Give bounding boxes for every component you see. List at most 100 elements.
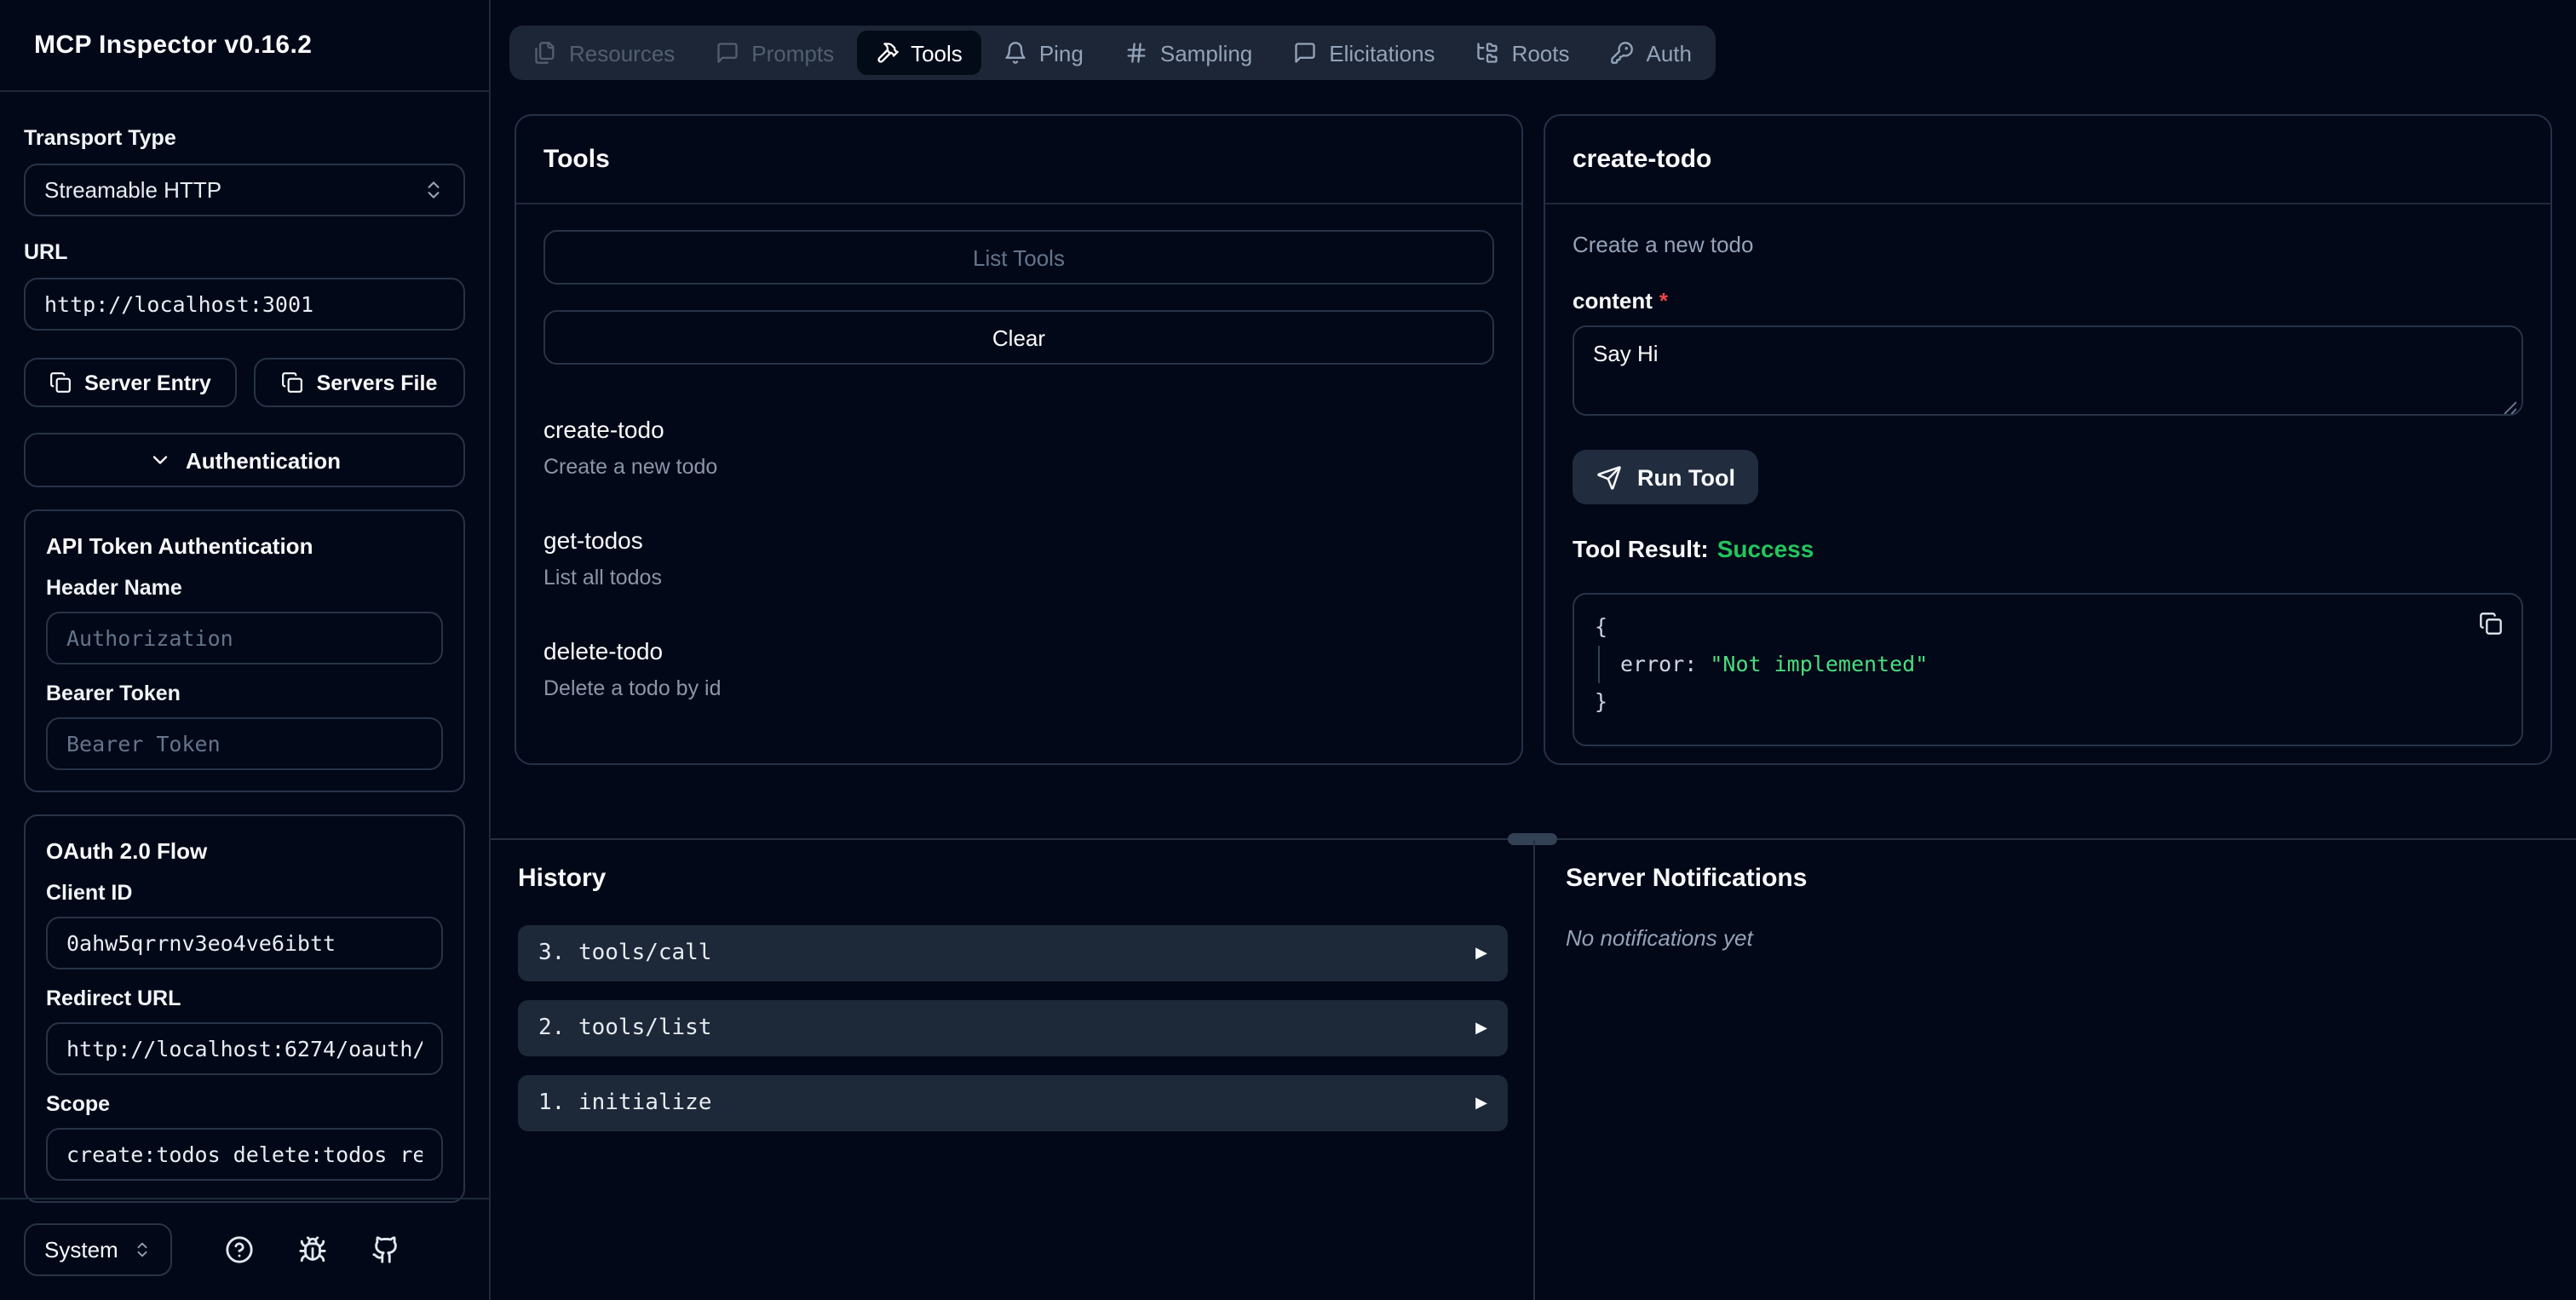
- transport-type-value: Streamable HTTP: [44, 177, 222, 203]
- server-entry-button[interactable]: Server Entry: [24, 358, 236, 407]
- scope-label: Scope: [46, 1092, 111, 1116]
- server-notifications-title: Server Notifications: [1566, 864, 1808, 893]
- sidebar-header: MCP Inspector v0.16.2: [0, 0, 489, 92]
- hammer-icon: [875, 41, 899, 65]
- tab-bar: Resources Prompts Tools Ping Sampling El…: [509, 26, 1716, 80]
- tab-label: Sampling: [1159, 40, 1253, 66]
- tab-label: Roots: [1511, 40, 1570, 66]
- json-close-brace: }: [1595, 688, 1608, 714]
- json-open-brace: {: [1595, 613, 1608, 639]
- tab-label: Resources: [569, 40, 676, 66]
- servers-file-label: Servers File: [316, 371, 438, 394]
- tool-result-json: { error: "Not implemented" }: [1573, 593, 2523, 746]
- run-tool-panel: create-todo Create a new todo content * …: [1544, 114, 2552, 765]
- run-panel-header: create-todo: [1545, 116, 2550, 204]
- tab-label: Elicitations: [1329, 40, 1435, 66]
- copy-icon: [49, 371, 71, 394]
- hash-icon: [1124, 41, 1148, 65]
- tool-result-line: Tool Result: Success: [1573, 535, 2523, 562]
- tool-list-item-get-todos[interactable]: get-todos List all todos: [543, 526, 1494, 590]
- tool-list-item-delete-todo[interactable]: delete-todo Delete a todo by id: [543, 637, 1494, 700]
- history-item-initialize[interactable]: 1. initialize ▶: [518, 1075, 1508, 1131]
- tab-prompts[interactable]: Prompts: [697, 31, 853, 75]
- tool-result-label: Tool Result:: [1573, 535, 1709, 562]
- selected-tool-description: Create a new todo: [1573, 232, 1754, 257]
- message-square-icon: [1293, 41, 1317, 65]
- help-button[interactable]: [226, 1235, 255, 1264]
- resize-grip-icon[interactable]: [2503, 400, 2516, 414]
- github-icon: [372, 1235, 401, 1264]
- required-asterisk: *: [1659, 288, 1669, 313]
- bearer-token-label: Bearer Token: [46, 682, 181, 705]
- content-field-label: content *: [1573, 288, 2523, 313]
- url-input[interactable]: [24, 278, 465, 331]
- api-token-section: API Token Authentication Header Name Bea…: [24, 509, 465, 792]
- vertical-split-divider: [1533, 840, 1535, 1300]
- bug-report-button[interactable]: [299, 1235, 328, 1264]
- bell-icon: [1003, 41, 1027, 65]
- tab-sampling[interactable]: Sampling: [1106, 31, 1271, 75]
- json-error-line: error: "Not implemented": [1598, 646, 2501, 683]
- theme-value: System: [44, 1237, 118, 1263]
- chevrons-up-down-icon: [134, 1240, 152, 1259]
- bug-icon: [299, 1235, 328, 1264]
- send-icon: [1596, 464, 1622, 490]
- selected-tool-title: create-todo: [1573, 145, 1712, 174]
- tab-tools[interactable]: Tools: [856, 31, 981, 75]
- list-tools-button[interactable]: List Tools: [543, 230, 1494, 285]
- json-string-value: "Not implemented": [1710, 651, 1929, 676]
- chevron-down-icon: [148, 448, 172, 472]
- history-item-label: 2. tools/list: [538, 1015, 712, 1041]
- tab-ping[interactable]: Ping: [985, 31, 1102, 75]
- history-panel: History 3. tools/call ▶ 2. tools/list ▶ …: [518, 864, 1508, 1150]
- history-item-tools-list[interactable]: 2. tools/list ▶: [518, 1000, 1508, 1056]
- tools-panel-body: List Tools Clear create-todo Create a ne…: [516, 204, 1521, 774]
- tab-label: Ping: [1038, 40, 1084, 66]
- client-id-input[interactable]: [46, 917, 443, 969]
- servers-file-button[interactable]: Servers File: [253, 358, 465, 407]
- tool-description: Create a new todo: [543, 455, 718, 479]
- history-title: History: [518, 864, 607, 893]
- header-name-label: Header Name: [46, 576, 182, 600]
- tools-panel: Tools List Tools Clear create-todo Creat…: [515, 114, 1523, 765]
- redirect-url-input[interactable]: [46, 1022, 443, 1075]
- transport-type-select[interactable]: Streamable HTTP: [24, 164, 465, 216]
- run-panel-body: Create a new todo content * Say Hi Run T…: [1545, 204, 2550, 772]
- tab-resources[interactable]: Resources: [515, 31, 693, 75]
- tool-name: get-todos: [543, 526, 643, 554]
- content-field-wrap: Say Hi: [1573, 313, 2523, 424]
- tool-list-item-create-todo[interactable]: create-todo Create a new todo: [543, 416, 1494, 479]
- sidebar-body: Transport Type Streamable HTTP URL Serve…: [0, 92, 489, 1203]
- copy-result-button[interactable]: [2479, 612, 2503, 636]
- tools-panel-title: Tools: [543, 145, 610, 174]
- content-field[interactable]: Say Hi: [1573, 325, 2523, 416]
- chevrons-up-down-icon: [423, 179, 445, 201]
- theme-select[interactable]: System: [24, 1223, 173, 1276]
- clear-tools-button[interactable]: Clear: [543, 310, 1494, 365]
- scope-input[interactable]: [46, 1128, 443, 1181]
- run-tool-button[interactable]: Run Tool: [1573, 450, 1759, 504]
- tool-list: create-todo Create a new todo get-todos …: [543, 416, 1494, 700]
- split-drag-handle[interactable]: [1508, 833, 1557, 845]
- tools-panel-header: Tools: [516, 116, 1521, 204]
- header-name-input[interactable]: [46, 612, 443, 664]
- oauth-section: OAuth 2.0 Flow Client ID Redirect URL Sc…: [24, 814, 465, 1203]
- expand-icon: ▶: [1475, 1094, 1487, 1111]
- server-entry-label: Server Entry: [84, 371, 211, 394]
- tab-elicitations[interactable]: Elicitations: [1274, 31, 1453, 75]
- history-item-tools-call[interactable]: 3. tools/call ▶: [518, 925, 1508, 981]
- bearer-token-input[interactable]: [46, 717, 443, 770]
- tab-roots[interactable]: Roots: [1458, 31, 1589, 75]
- tab-auth[interactable]: Auth: [1592, 31, 1711, 75]
- redirect-url-label: Redirect URL: [46, 987, 181, 1010]
- authentication-toggle[interactable]: Authentication: [24, 433, 465, 487]
- tab-label: Auth: [1646, 40, 1693, 66]
- api-token-title: API Token Authentication: [46, 533, 313, 559]
- copy-icon: [2479, 612, 2503, 636]
- tab-label: Prompts: [751, 40, 835, 66]
- tool-name: create-todo: [543, 416, 664, 443]
- history-item-label: 3. tools/call: [538, 940, 712, 966]
- run-tool-label: Run Tool: [1637, 464, 1735, 490]
- github-button[interactable]: [372, 1235, 401, 1264]
- no-notifications-text: No notifications yet: [1566, 925, 1753, 951]
